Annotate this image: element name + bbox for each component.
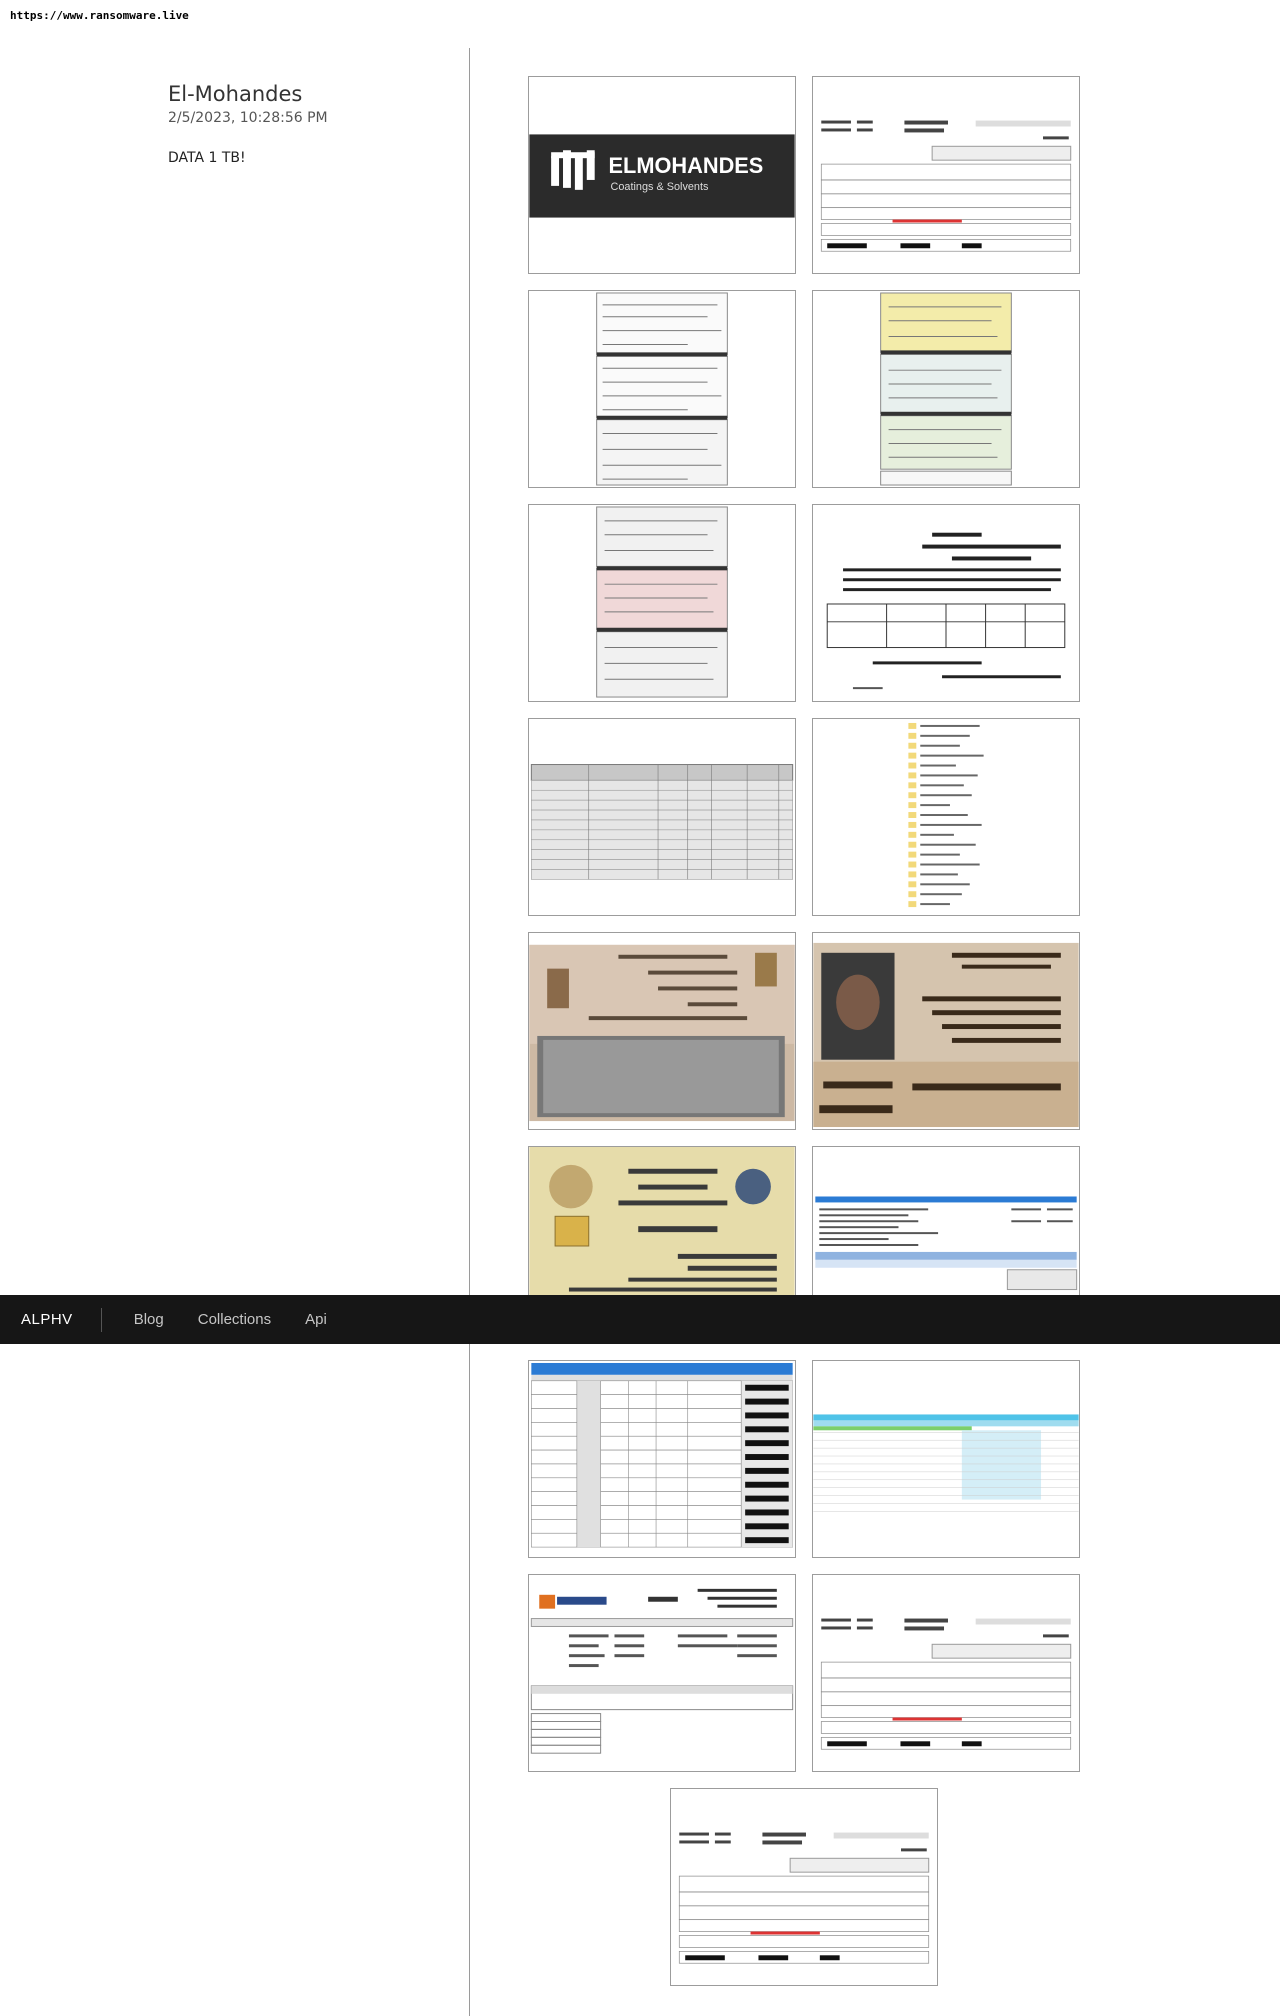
thumbnail-account-statement-2[interactable]: [812, 1574, 1080, 1772]
nav-link-blog[interactable]: Blog: [134, 1311, 164, 1328]
column-divider: [469, 48, 470, 2016]
thumbnail-cheque-scans[interactable]: [528, 290, 796, 488]
thumbnail-cheque-table[interactable]: [528, 1360, 796, 1558]
thumbnail-account-statement[interactable]: [812, 76, 1080, 274]
nav-link-collections[interactable]: Collections: [198, 1311, 271, 1328]
thumbnail-logo[interactable]: ELMOHANDES Coatings & Solvents: [528, 76, 796, 274]
navbar-separator: [100, 1307, 102, 1332]
thumbnail-cheque-scans-red[interactable]: [528, 504, 796, 702]
thumbnail-invoice-elmohandes[interactable]: [528, 1574, 796, 1772]
logo-brand: ELMOHANDES: [609, 153, 764, 178]
logo-tagline: Coatings & Solvents: [611, 181, 709, 193]
top-navbar: ALPHV Blog Collections Api: [0, 1295, 1280, 1344]
page-url: https://www.ransomware.live: [10, 9, 189, 22]
thumbnail-arabic-letter[interactable]: [812, 504, 1080, 702]
nav-link-api[interactable]: Api: [305, 1311, 327, 1328]
statement-preview: [820, 120, 1072, 252]
thumbnail-id-card-back[interactable]: [528, 932, 796, 1130]
thumbnail-spreadsheet[interactable]: [812, 1360, 1080, 1558]
post-title: El-Mohandes: [168, 82, 303, 106]
post-date: 2/5/2023, 10:28:56 PM: [168, 110, 328, 126]
thumbnail-cheque-scans-color[interactable]: [812, 290, 1080, 488]
thumbnail-arabic-table[interactable]: [528, 718, 796, 916]
thumbnail-folder-list[interactable]: [812, 718, 1080, 916]
thumbnail-id-card-front[interactable]: [812, 932, 1080, 1130]
statement-preview: [678, 1832, 930, 1964]
thumbnail-account-statement-3[interactable]: [670, 1788, 938, 1986]
elmohandes-logo-image: ELMOHANDES Coatings & Solvents: [529, 134, 795, 218]
post-description: DATA 1 TB!: [168, 150, 246, 166]
statement-preview: [820, 1618, 1072, 1750]
brand-logo[interactable]: ALPHV: [21, 1311, 73, 1328]
